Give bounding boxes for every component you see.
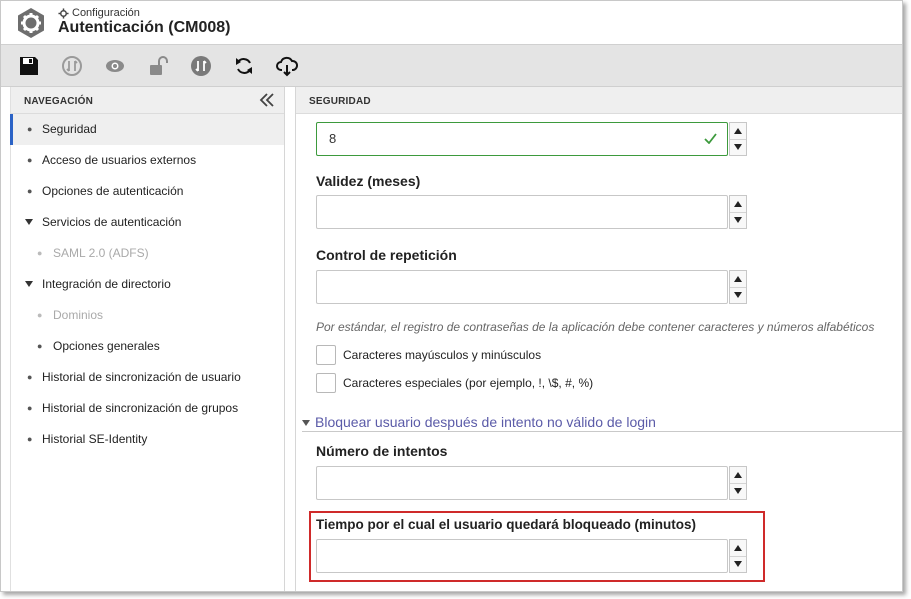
repeat-label: Control de repetición <box>316 247 457 263</box>
stepper-up-icon[interactable] <box>730 271 746 288</box>
sidebar-item-historial-se-identity[interactable]: ● Historial SE-Identity <box>11 424 284 455</box>
sidebar-item-label: Historial de sincronización de usuario <box>42 370 241 384</box>
sidebar-item-saml: ● SAML 2.0 (ADFS) <box>11 238 284 269</box>
stepper-down-icon[interactable] <box>730 557 746 573</box>
sidebar-item-label: SAML 2.0 (ADFS) <box>53 246 149 260</box>
sidebar-item-label: Acceso de usuarios externos <box>42 153 197 167</box>
sidebar-item-label: Opciones generales <box>53 339 160 353</box>
gear-icon <box>58 7 69 19</box>
checkbox-upper-lower-label: Caracteres mayúsculos y minúsculos <box>343 348 542 362</box>
sync-icon <box>191 56 211 76</box>
repeat-stepper[interactable] <box>729 270 747 304</box>
view-button[interactable] <box>102 53 128 79</box>
main-heading: SEGURIDAD <box>296 87 902 114</box>
app-window: Configuración Autenticación (CM008) NAVE… <box>0 0 903 592</box>
repeat-input[interactable] <box>316 270 728 304</box>
bullet-icon: ● <box>27 124 33 134</box>
checkbox-upper-lower[interactable] <box>316 345 336 365</box>
bullet-icon: ● <box>27 372 33 382</box>
unlock-button[interactable] <box>145 53 171 79</box>
length-value: 8 <box>329 131 337 146</box>
sidebar-heading-label: NAVEGACIÓN <box>24 96 94 107</box>
stepper-down-icon[interactable] <box>730 484 746 500</box>
sidebar-item-historial-usuario[interactable]: ● Historial de sincronización de usuario <box>11 362 284 393</box>
bullet-icon: ● <box>27 403 33 413</box>
header: Configuración Autenticación (CM008) <box>1 1 902 45</box>
sidebar-item-label: Integración de directorio <box>42 277 171 291</box>
sidebar-item-acceso-externos[interactable]: ● Acceso de usuarios externos <box>11 145 284 176</box>
bullet-icon: ● <box>37 310 43 320</box>
save-button[interactable] <box>16 53 42 79</box>
sidebar-item-dominios: ● Dominios <box>11 300 284 331</box>
sidebar-item-label: Opciones de autenticación <box>42 184 184 198</box>
breadcrumb: Configuración <box>58 7 140 19</box>
double-chevron-left-icon[interactable] <box>259 92 275 108</box>
stepper-up-icon[interactable] <box>730 540 746 557</box>
length-input[interactable]: 8 <box>316 122 728 156</box>
stepper-up-icon[interactable] <box>730 123 746 140</box>
lock-time-stepper[interactable] <box>729 539 747 573</box>
sidebar-heading: NAVEGACIÓN <box>11 87 284 114</box>
caret-down-icon[interactable] <box>25 219 33 225</box>
sidebar: NAVEGACIÓN ● Seguridad ● Acceso de usuar… <box>10 87 285 591</box>
checkbox-special-label: Caracteres especiales (por ejemplo, !, \… <box>343 376 594 390</box>
cloud-download-button[interactable] <box>274 53 300 79</box>
page-title: Autenticación (CM008) <box>58 19 231 36</box>
validity-label: Validez (meses) <box>316 173 421 189</box>
sidebar-item-label: Historial SE-Identity <box>42 432 148 446</box>
toolbar <box>1 45 902 87</box>
length-stepper[interactable] <box>729 122 747 156</box>
checkbox-upper-lower-row[interactable]: Caracteres mayúsculos y minúsculos <box>316 345 541 365</box>
sidebar-item-opciones-autenticacion[interactable]: ● Opciones de autenticación <box>11 176 284 207</box>
password-hint: Por estándar, el registro de contraseñas… <box>316 320 875 334</box>
check-icon <box>704 133 717 144</box>
attempts-label: Número de intentos <box>316 443 448 459</box>
sidebar-item-label: Servicios de autenticación <box>42 215 182 229</box>
lock-section-header[interactable]: Bloquear usuario después de intento no v… <box>302 414 902 432</box>
stepper-up-icon[interactable] <box>730 196 746 213</box>
bullet-icon: ● <box>27 434 33 444</box>
stepper-down-icon[interactable] <box>730 288 746 304</box>
save-icon <box>20 57 38 75</box>
bullet-icon: ● <box>37 341 43 351</box>
lock-time-label: Tiempo por el cual el usuario quedará bl… <box>316 517 697 532</box>
checkbox-special[interactable] <box>316 373 336 393</box>
stepper-up-icon[interactable] <box>730 467 746 484</box>
stepper-down-icon[interactable] <box>730 213 746 229</box>
main-panel: SEGURIDAD 8 Validez (meses) Control de r… <box>295 87 902 591</box>
sidebar-item-integracion-directorio[interactable]: Integración de directorio <box>11 269 284 300</box>
sync-disabled-icon <box>62 56 82 76</box>
attempts-input[interactable] <box>316 466 728 500</box>
checkbox-special-row[interactable]: Caracteres especiales (por ejemplo, !, \… <box>316 373 593 393</box>
validity-stepper[interactable] <box>729 195 747 229</box>
sidebar-item-label: Seguridad <box>42 122 97 136</box>
unlock-icon <box>150 56 168 75</box>
caret-down-icon[interactable] <box>302 420 310 426</box>
sidebar-item-label: Historial de sincronización de grupos <box>42 401 239 415</box>
refresh-icon <box>236 58 252 74</box>
validity-input[interactable] <box>316 195 728 229</box>
gear-hexagon-icon <box>18 8 44 38</box>
attempts-stepper[interactable] <box>729 466 747 500</box>
sidebar-item-historial-grupos[interactable]: ● Historial de sincronización de grupos <box>11 393 284 424</box>
bullet-icon: ● <box>37 248 43 258</box>
sync-disabled-button[interactable] <box>59 53 85 79</box>
sidebar-item-label: Dominios <box>53 308 104 322</box>
eye-icon <box>106 60 124 72</box>
stepper-down-icon[interactable] <box>730 140 746 156</box>
bullet-icon: ● <box>27 155 33 165</box>
sidebar-item-seguridad[interactable]: ● Seguridad <box>10 114 284 145</box>
caret-down-icon[interactable] <box>25 281 33 287</box>
sidebar-item-opciones-generales[interactable]: ● Opciones generales <box>11 331 284 362</box>
bullet-icon: ● <box>27 186 33 196</box>
refresh-button[interactable] <box>231 53 257 79</box>
sync-button[interactable] <box>188 53 214 79</box>
lock-section-title[interactable]: Bloquear usuario después de intento no v… <box>315 414 656 430</box>
sidebar-item-servicios-autenticacion[interactable]: Servicios de autenticación <box>11 207 284 238</box>
lock-time-input[interactable] <box>316 539 728 573</box>
breadcrumb-label[interactable]: Configuración <box>72 7 140 19</box>
cloud-download-icon <box>276 56 298 77</box>
